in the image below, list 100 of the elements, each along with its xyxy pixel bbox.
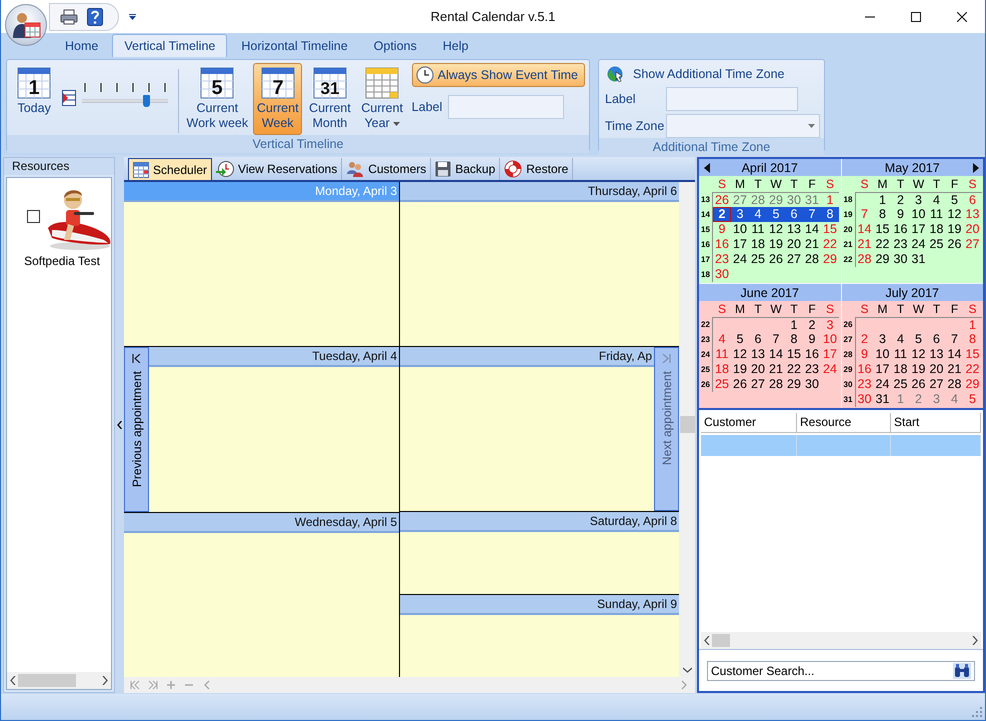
calendar-day[interactable]: 21	[946, 362, 964, 377]
day-area[interactable]	[124, 202, 399, 346]
calendar-day[interactable]: 30	[803, 377, 821, 392]
calendar-week[interactable]: 16 17 18 19 20 21 22	[713, 237, 839, 252]
day-area[interactable]	[400, 202, 679, 346]
calendar-day[interactable]: 21	[856, 237, 874, 252]
calendar-week[interactable]: 14 15 16 17 18 19 20	[856, 222, 982, 237]
calendar-day[interactable]: 20	[749, 362, 767, 377]
calendar-day[interactable]: 30	[892, 252, 910, 267]
calendar-day[interactable]: 12	[910, 347, 928, 362]
day-area[interactable]	[149, 367, 399, 512]
ribbon-tab[interactable]: Help	[430, 34, 480, 57]
calendar-day[interactable]: 9	[892, 207, 910, 222]
calendar-day[interactable]: 17	[731, 237, 749, 252]
day-header[interactable]: Wednesday, April 5	[124, 512, 399, 533]
ribbon-tab[interactable]: Horizontal Timeline	[229, 34, 360, 57]
calendar-day[interactable]: 4	[749, 207, 767, 222]
label-field[interactable]	[666, 87, 798, 111]
calendar-day[interactable]: 26	[946, 237, 964, 252]
calendar-day[interactable]: 27	[749, 377, 767, 392]
calendar-day[interactable]: 16	[713, 237, 731, 252]
calendar-day[interactable]: 19	[910, 362, 928, 377]
calendar-week[interactable]: 23 24 25 26 27 28 29	[713, 252, 839, 267]
calendar-day[interactable]: 20	[785, 237, 803, 252]
calendar-week[interactable]: 2 3 4 5 6 7 8	[713, 207, 839, 222]
calendar-day[interactable]: 18	[928, 222, 946, 237]
calendar-day[interactable]: 12	[946, 207, 964, 222]
calendar-day[interactable]: 5	[946, 193, 964, 208]
calendar-day[interactable]: 23	[713, 252, 731, 267]
calendar-day[interactable]: 13	[964, 207, 982, 222]
day-area[interactable]	[400, 532, 679, 594]
zoom-slider[interactable]	[82, 83, 168, 108]
calendar-day[interactable]: 27	[785, 252, 803, 267]
ribbon-tab[interactable]: Options	[362, 34, 429, 57]
calendar-day[interactable]: 31	[910, 252, 928, 267]
ribbon-tab[interactable]: Home	[53, 34, 110, 57]
calendar-day[interactable]: 2	[803, 318, 821, 333]
slider-thumb[interactable]	[143, 95, 150, 107]
calendar-day[interactable]: 9	[713, 222, 731, 237]
calendar-day[interactable]: 29	[821, 252, 839, 267]
calendar-day[interactable]: 19	[731, 362, 749, 377]
print-button[interactable]	[58, 6, 80, 26]
calendar-day[interactable]: 17	[910, 222, 928, 237]
calendar-day[interactable]: 18	[749, 237, 767, 252]
today-button[interactable]: 1 Today	[15, 63, 54, 135]
calendar-day[interactable]: 30	[713, 267, 731, 282]
calendar-day[interactable]: 8	[874, 207, 892, 222]
calendar-day[interactable]: 8	[785, 332, 803, 347]
time-zone-toggle[interactable]: Show Additional Time Zone	[605, 64, 786, 84]
calendar-day[interactable]: 3	[910, 193, 928, 208]
calendar-week[interactable]: 1 2 3 4 5 6	[856, 192, 982, 207]
scroll-thumb[interactable]	[712, 634, 730, 647]
calendar-week[interactable]: 9 10 11 12 13 14 15	[856, 347, 982, 362]
calendar-day[interactable]: 25	[749, 252, 767, 267]
help-button[interactable]	[84, 6, 106, 26]
calendar-day[interactable]: 14	[767, 347, 785, 362]
calendar-day[interactable]: 16	[892, 222, 910, 237]
calendar-day[interactable]: 26	[767, 252, 785, 267]
time-zone-dropdown[interactable]	[666, 114, 820, 138]
day-area[interactable]	[400, 615, 679, 677]
checkbox[interactable]	[27, 210, 40, 222]
calendar-day[interactable]: 6	[928, 332, 946, 347]
calendar-day[interactable]: 13	[749, 347, 767, 362]
calendar-day[interactable]: 9	[803, 332, 821, 347]
previous-month-button[interactable]	[703, 163, 710, 173]
view-tab[interactable]: Customers	[342, 158, 432, 180]
calendar-day[interactable]: 28	[803, 252, 821, 267]
calendar-week[interactable]: 2 3 4 5 6 7 8	[856, 332, 982, 347]
calendar-day[interactable]: 14	[803, 222, 821, 237]
calendar-day[interactable]: 28	[749, 193, 767, 208]
calendar-week[interactable]: 21 22 23 24 25 26 27	[856, 237, 982, 252]
calendar-day[interactable]: 12	[731, 347, 749, 362]
calendar-day[interactable]: 29	[767, 193, 785, 208]
day-header[interactable]: Tuesday, April 4	[149, 347, 399, 368]
previous-appointment-button[interactable]: Previous appointment	[124, 347, 149, 512]
calendar-day[interactable]: 25	[928, 237, 946, 252]
view-button[interactable]: Current Year	[357, 63, 407, 135]
calendar-day[interactable]: 29	[785, 377, 803, 392]
calendar-day[interactable]: 4	[928, 193, 946, 208]
view-button[interactable]: 31 Current Month	[305, 63, 354, 135]
calendar-day[interactable]: 7	[856, 207, 874, 222]
event-time-button[interactable]: Always Show Event Time	[412, 63, 586, 87]
view-button[interactable]: 7 Current Week	[253, 63, 302, 135]
calendar-week[interactable]: 4 5 6 7 8 9 10	[713, 332, 839, 347]
calendar-day[interactable]: 11	[928, 207, 946, 222]
scroll-thumb[interactable]	[18, 674, 76, 687]
calendar-day[interactable]: 13	[785, 222, 803, 237]
calendar-day[interactable]: 25	[892, 377, 910, 392]
calendar-day[interactable]: 2	[713, 207, 731, 222]
calendar-week[interactable]: 11 12 13 14 15 16 17	[713, 347, 839, 362]
calendar-day[interactable]: 31	[874, 392, 892, 407]
calendar-day[interactable]: 5	[767, 207, 785, 222]
calendar-day[interactable]: 5	[910, 332, 928, 347]
calendar-day[interactable]: 2	[892, 193, 910, 208]
calendar-day[interactable]: 1	[874, 193, 892, 208]
calendar-day[interactable]: 31	[803, 193, 821, 208]
calendar-day[interactable]: 3	[874, 332, 892, 347]
calendar-day[interactable]: 29	[874, 252, 892, 267]
day-header[interactable]: Friday, Ap	[400, 347, 654, 367]
calendar-day[interactable]: 6	[749, 332, 767, 347]
